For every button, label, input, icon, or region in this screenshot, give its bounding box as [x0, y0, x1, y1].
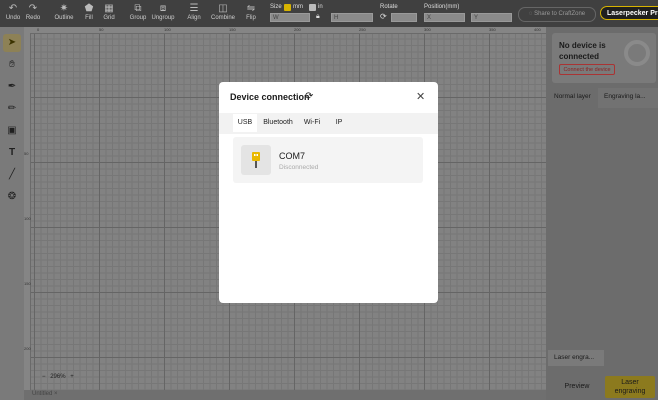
connect-device-button[interactable]: Connect the device: [559, 64, 615, 75]
outline-button[interactable]: ✷ Outline: [51, 3, 77, 21]
zoom-in-button[interactable]: +: [70, 374, 74, 380]
device-name: COM7: [279, 151, 306, 161]
dialog-title: Device connection: [230, 92, 310, 102]
ungroup-button[interactable]: ⧈ Ungroup: [151, 3, 175, 21]
usb-icon: [241, 145, 271, 175]
in-label: in: [318, 4, 323, 10]
status-bar: [24, 390, 546, 400]
align-button[interactable]: ☰ Align: [184, 3, 204, 21]
x-input[interactable]: X: [424, 13, 465, 22]
grid-icon: ▦: [104, 3, 114, 14]
text-tool-icon[interactable]: T: [3, 144, 21, 162]
rotate-icon: ⟳: [380, 12, 387, 21]
size-label: Size: [270, 4, 282, 10]
close-icon[interactable]: ✕: [416, 90, 425, 103]
tab-bluetooth[interactable]: Bluetooth: [261, 114, 295, 132]
fill-button[interactable]: ⬟ Fill: [82, 3, 96, 21]
height-input[interactable]: H: [331, 13, 373, 22]
flip-icon: ⇋: [246, 3, 256, 14]
tab-ip[interactable]: IP: [331, 114, 347, 132]
in-radio[interactable]: [309, 4, 316, 11]
group-button[interactable]: ⧉ Group: [128, 3, 148, 21]
shape-tool-icon[interactable]: ❂: [3, 188, 21, 206]
lock-icon[interactable]: 🔒︎: [316, 13, 320, 21]
combine-icon: ◫: [218, 3, 228, 14]
width-input[interactable]: W: [270, 13, 310, 22]
ungroup-icon: ⧈: [159, 3, 167, 14]
y-input[interactable]: Y: [471, 13, 512, 22]
hand-tool-icon[interactable]: ✋︎: [3, 56, 21, 74]
position-label: Position(mm): [424, 4, 460, 10]
share-button[interactable]: ◌ Share to CraftZone: [518, 7, 596, 22]
align-icon: ☰: [189, 3, 199, 14]
redo-button[interactable]: ↷ Redo: [25, 3, 41, 21]
undo-button[interactable]: ↶ Undo: [5, 3, 21, 21]
select-tool-icon[interactable]: ➤: [3, 34, 21, 52]
zoom-control: − 296% +: [42, 374, 82, 383]
mm-label: mm: [293, 4, 303, 10]
device-status: Disconnected: [279, 164, 319, 171]
tab-wifi[interactable]: Wi-Fi: [300, 114, 324, 132]
refresh-icon[interactable]: ⟳: [305, 91, 313, 102]
line-tool-icon[interactable]: ╱: [3, 166, 21, 184]
zoom-out-button[interactable]: −: [42, 374, 46, 380]
pencil-tool-icon[interactable]: ✏︎: [3, 100, 21, 118]
brand-button[interactable]: Laserpecker Pro: [600, 6, 658, 20]
top-ruler: 0 50 100 150 200 250 300 350 400: [24, 27, 546, 34]
outline-icon: ✷: [59, 3, 69, 14]
device-connection-dialog: Device connection ⟳ ✕ USB Bluetooth Wi-F…: [219, 82, 438, 303]
grid-button[interactable]: ▦ Grid: [100, 3, 118, 21]
no-device-text: No device is connected: [559, 41, 606, 61]
image-tool-icon[interactable]: ▣: [3, 122, 21, 140]
flip-button[interactable]: ⇋ Flip: [243, 3, 259, 21]
mm-radio[interactable]: [284, 4, 291, 11]
undo-icon: ↶: [8, 3, 18, 14]
rotate-label: Rotate: [380, 4, 398, 10]
zoom-level: 296%: [50, 374, 66, 380]
group-icon: ⧉: [134, 3, 142, 14]
fill-icon: ⬟: [84, 3, 94, 14]
combine-button[interactable]: ◫ Combine: [209, 3, 237, 21]
tab-engraving-layer[interactable]: Engraving la...: [604, 93, 646, 103]
laser-engraving-item[interactable]: Laser engra...: [548, 350, 604, 366]
rotate-input[interactable]: [391, 13, 417, 22]
left-toolbar: ➤ ✋︎ ✒︎ ✏︎ ▣ T ╱ ❂: [0, 27, 24, 400]
device-illustration-icon: [624, 40, 650, 66]
left-ruler: 50 100 150 200: [24, 33, 31, 390]
document-tab[interactable]: Untitled ×: [32, 391, 58, 397]
laser-engraving-button[interactable]: Laser engraving: [605, 376, 655, 398]
redo-icon: ↷: [28, 3, 38, 14]
pen-tool-icon[interactable]: ✒︎: [3, 78, 21, 96]
top-toolbar: ↶ Undo ↷ Redo ✷ Outline ⬟ Fill ▦ Grid ⧉ Group …: [0, 0, 658, 27]
tab-usb[interactable]: USB: [233, 114, 257, 132]
preview-button[interactable]: Preview: [552, 378, 602, 396]
tab-normal-layer[interactable]: Normal layer: [554, 93, 591, 103]
